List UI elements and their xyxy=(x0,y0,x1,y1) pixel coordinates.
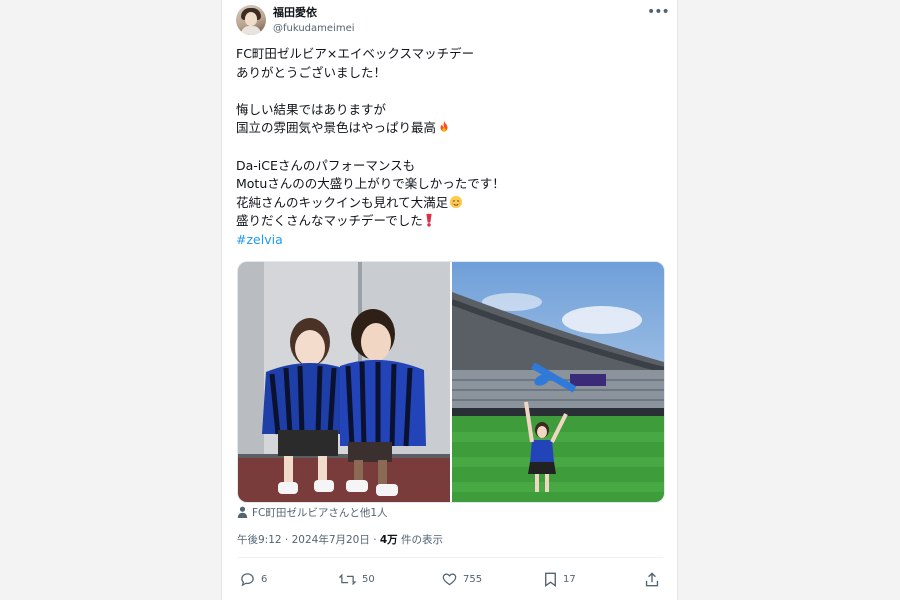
divider xyxy=(237,557,663,558)
post-line: ありがとうございました！ xyxy=(236,64,387,80)
author-handle[interactable]: @fukudameimei xyxy=(273,22,355,35)
post-line-blank xyxy=(236,82,656,101)
reply-icon xyxy=(241,572,254,586)
exclamation-mark-icon xyxy=(426,214,432,227)
bookmark-count: 17 xyxy=(563,573,576,585)
tagged-users[interactable]: FC町田ゼルビアさんと他1人 xyxy=(237,506,388,520)
like-button[interactable]: 755 xyxy=(442,570,482,588)
photo-stadium-pitch[interactable] xyxy=(452,262,664,502)
views-count: 4万 xyxy=(379,534,398,546)
post-line-blank xyxy=(236,138,656,157)
post-line: FC町田ゼルビア×エイベックスマッチデー xyxy=(236,46,475,61)
bookmark-icon xyxy=(545,572,556,587)
post-line: Da-iCEさんのパフォーマンスも xyxy=(236,157,416,173)
repost-icon xyxy=(339,573,356,585)
avatar[interactable] xyxy=(236,5,266,35)
person-icon xyxy=(237,506,248,518)
post-line-fire: 国立の雰囲気や景色はやっぱり最高 xyxy=(236,119,656,138)
repost-button[interactable]: 50 xyxy=(339,570,375,588)
post-meta: 午後9:12 · 2024年7月20日 · 4万 件の表示 xyxy=(237,533,443,547)
share-icon xyxy=(645,571,659,586)
post-line: Motuさんのの大盛り上がりで楽しかったです！ xyxy=(236,176,505,192)
post-card: 福田愛依 @fukudameimei ••• FC町田ゼルビア×エイベックスマッ… xyxy=(222,0,677,600)
share-button[interactable] xyxy=(645,570,665,588)
heart-icon xyxy=(442,573,457,586)
fire-icon xyxy=(440,121,448,133)
post-line-exclamation: 盛りだくさんなマッチデーでした xyxy=(236,212,656,231)
post-line-smile: 花純さんのキックインも見れて大満足 xyxy=(236,194,656,213)
action-bar: 6 50 755 17 xyxy=(237,570,663,588)
repost-count: 50 xyxy=(362,573,375,585)
views-label: 件の表示 xyxy=(397,534,444,546)
photo-two-women-in-jerseys[interactable] xyxy=(238,262,450,502)
tagged-label: FC町田ゼルビアさんと他1人 xyxy=(252,507,388,519)
smiling-face-icon xyxy=(450,195,463,208)
more-options-icon[interactable]: ••• xyxy=(647,5,670,20)
post-text: FC町田ゼルビア×エイベックスマッチデー ありがとうございました！ 悔しい結果で… xyxy=(236,45,656,250)
media-gallery xyxy=(237,261,665,503)
bookmark-button[interactable]: 17 xyxy=(544,570,576,588)
author-name[interactable]: 福田愛依 xyxy=(273,6,317,20)
like-count: 755 xyxy=(463,573,483,585)
hashtag-link[interactable]: #zelvia xyxy=(236,231,656,250)
timestamp[interactable]: 午後9:12 · 2024年7月20日 · xyxy=(237,534,380,546)
post-line: 悔しい結果ではありますが xyxy=(236,101,387,117)
reply-count: 6 xyxy=(261,573,268,585)
reply-button[interactable]: 6 xyxy=(240,570,267,588)
